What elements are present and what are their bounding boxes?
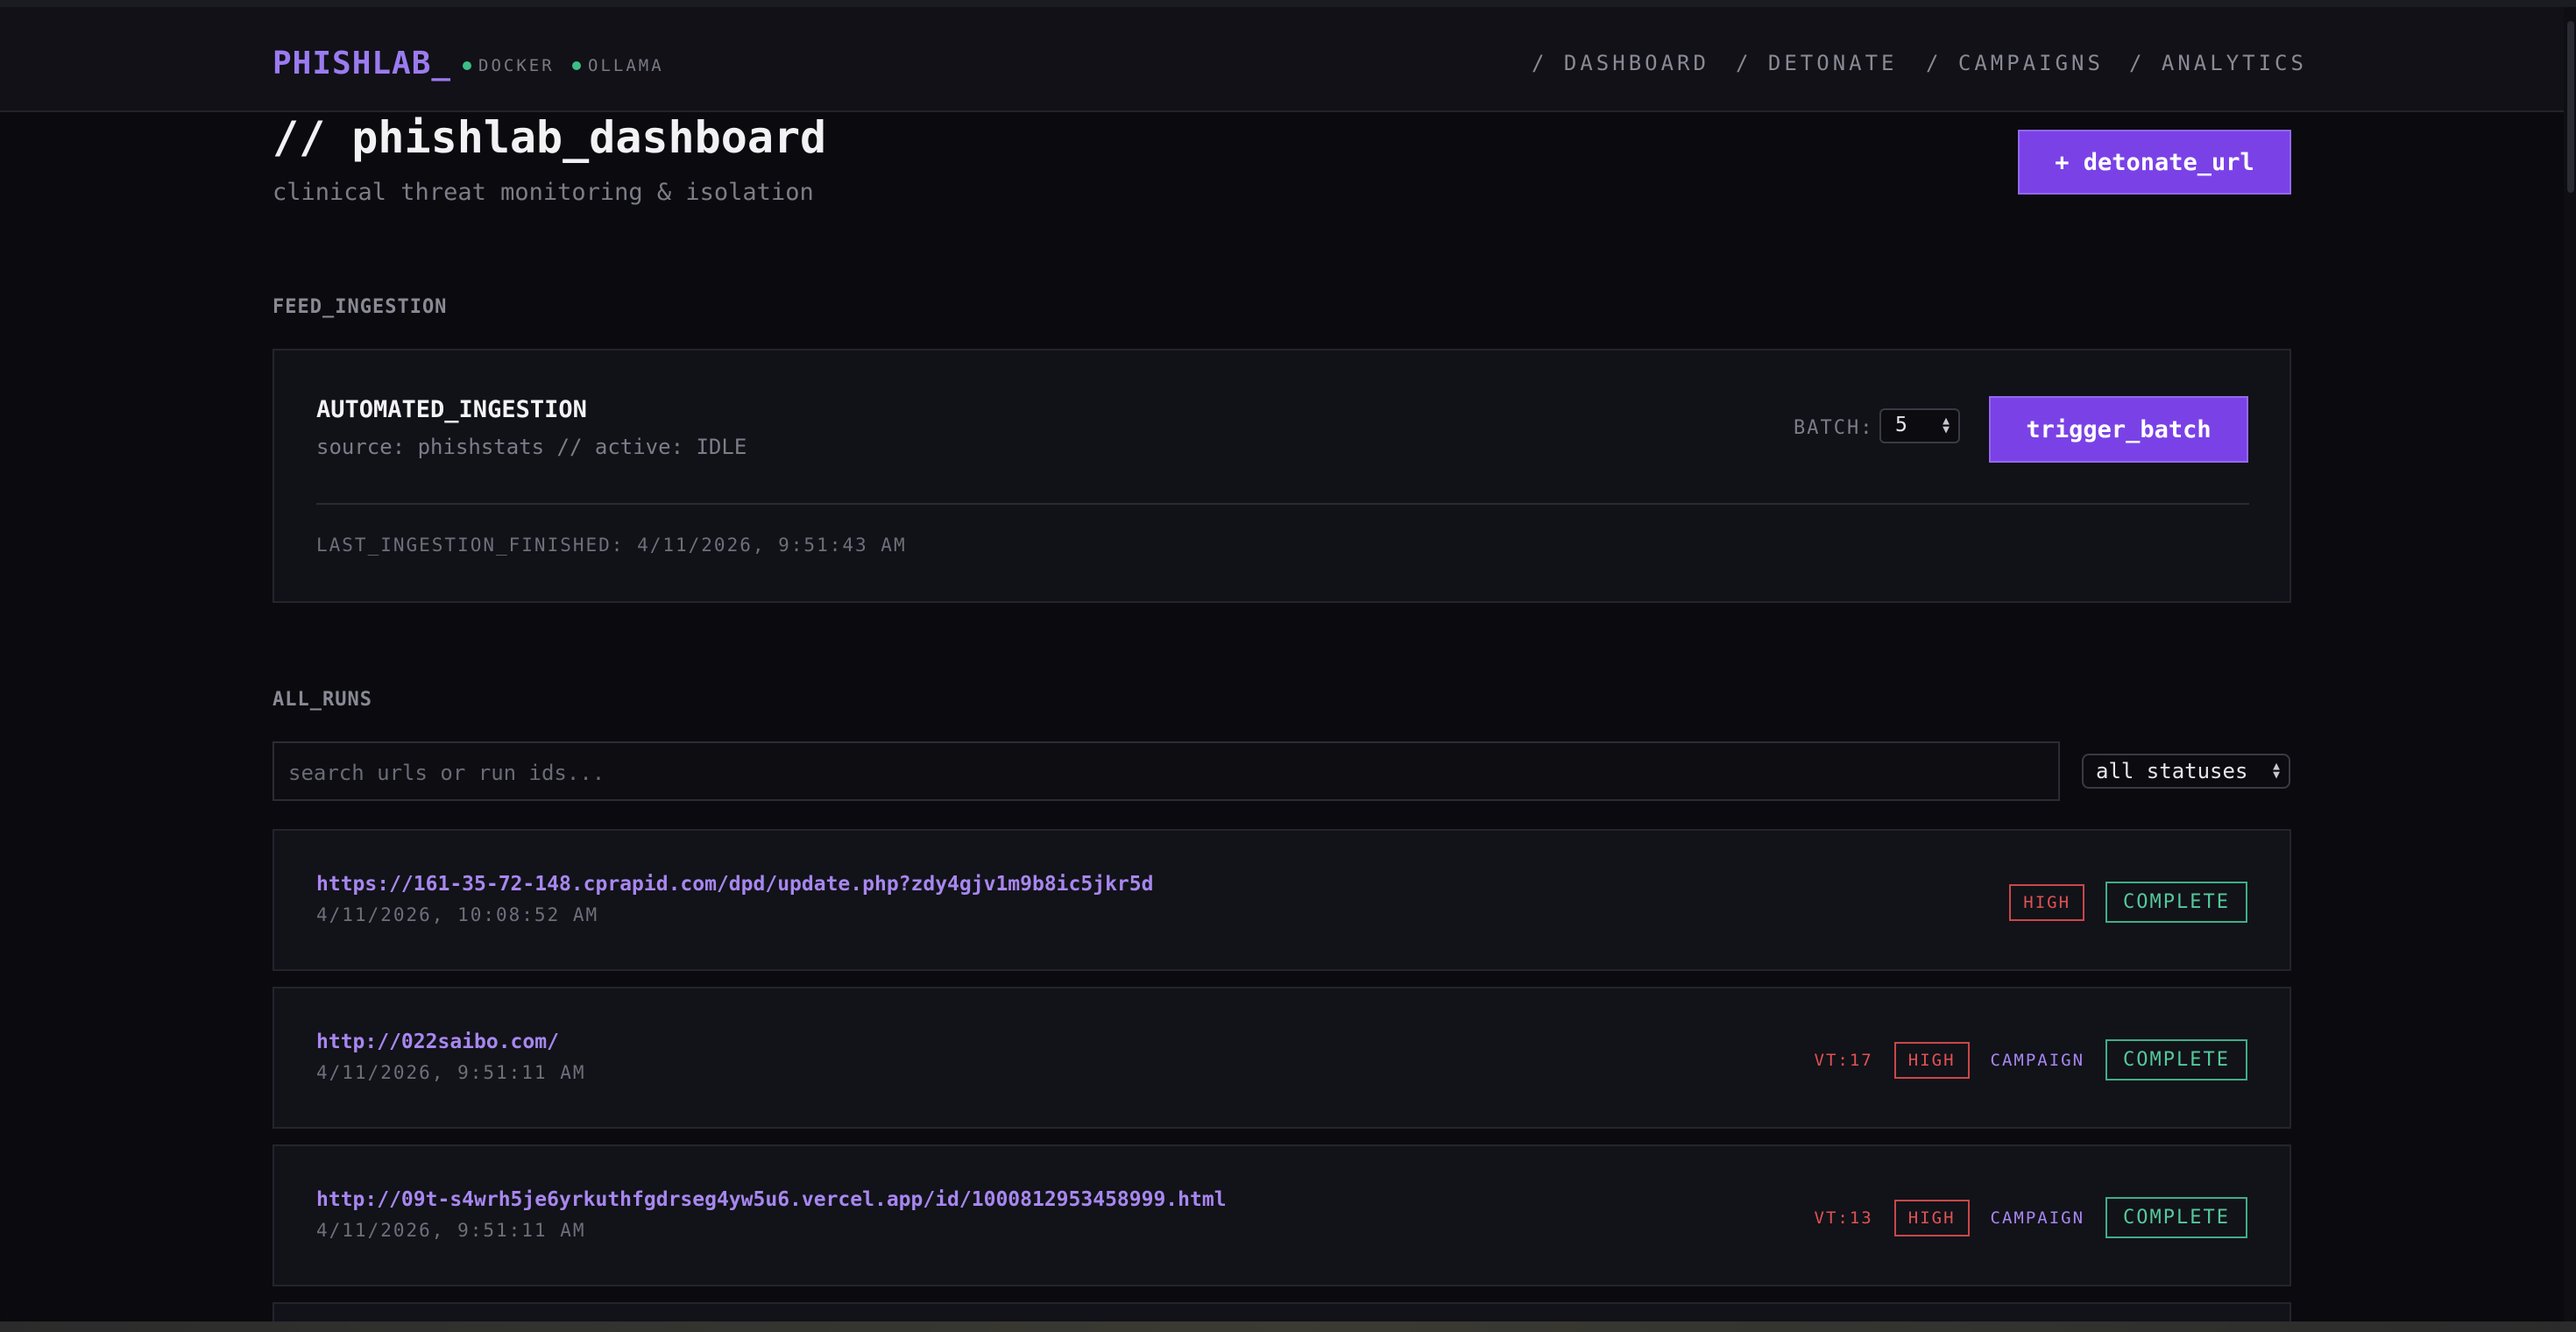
ingestion-card: AUTOMATED_INGESTION source: phishstats /… [272, 349, 2291, 603]
batch-size-select[interactable]: 5 ▲ ▼ [1879, 408, 1960, 443]
nav-detonate[interactable]: / DETONATE [1736, 51, 1898, 75]
page-scrollbar[interactable] [2564, 7, 2576, 1321]
detonate-url-button[interactable]: + detonate_url [2018, 130, 2291, 195]
run-url-link[interactable]: http://09t-s4wrh5je6yrkuthfgdrseg4yw5u6.… [316, 1188, 1227, 1211]
nav-analytics[interactable]: / ANALYTICS [2129, 51, 2307, 75]
run-timestamp: 4/11/2026, 9:51:11 AM [316, 1062, 586, 1083]
docker-status-dot-icon [463, 61, 471, 70]
run-url-link[interactable]: https://161-35-72-148.cprapid.com/dpd/up… [316, 873, 1153, 896]
select-chevron-icon: ▲ ▼ [2273, 760, 2280, 782]
risk-badge: HIGH [1893, 1199, 1970, 1236]
trigger-batch-button[interactable]: trigger_batch [1989, 396, 2248, 463]
run-tags: HIGH COMPLETE [2009, 882, 2247, 923]
campaign-badge[interactable]: CAMPAIGN [1991, 1051, 2085, 1070]
status-badge: COMPLETE [2105, 1039, 2247, 1080]
status-filter-select[interactable]: all statuses ▲ ▼ [2082, 754, 2290, 789]
ollama-status-label: OLLAMA [588, 56, 664, 75]
nav-campaigns[interactable]: / CAMPAIGNS [1926, 51, 2104, 75]
run-row[interactable]: http://022saibo.com/ 4/11/2026, 9:51:11 … [272, 987, 2291, 1129]
run-url-link[interactable]: http://022saibo.com/ [316, 1031, 559, 1053]
stepper-chevron-icon: ▲ ▼ [1943, 414, 1950, 436]
ollama-status-dot-icon [572, 61, 581, 70]
brand-logo[interactable]: PHISHLAB_ [272, 46, 451, 81]
card-divider [316, 503, 2249, 505]
nav-dashboard[interactable]: / DASHBOARD [1532, 51, 1709, 75]
page-title: // phishlab_dashboard [272, 112, 827, 163]
run-row[interactable]: https://161-35-72-148.cprapid.com/dpd/up… [272, 829, 2291, 971]
run-tags: VT:13 HIGH CAMPAIGN COMPLETE [1815, 1197, 2247, 1238]
docker-status-label: DOCKER [478, 56, 555, 75]
run-timestamp: 4/11/2026, 10:08:52 AM [316, 904, 599, 925]
ingestion-source: source: phishstats // active: IDLE [316, 435, 747, 459]
ollama-status: OLLAMA [572, 56, 664, 75]
ingestion-title: AUTOMATED_INGESTION [316, 396, 587, 423]
vt-score: VT:13 [1814, 1208, 1873, 1228]
risk-badge: HIGH [2009, 883, 2085, 921]
top-header: PHISHLAB_ DOCKER OLLAMA / DASHBOARD / DE… [0, 7, 2576, 112]
scrollbar-thumb[interactable] [2567, 21, 2574, 193]
page-subtitle: clinical threat monitoring & isolation [272, 179, 814, 206]
status-badge: COMPLETE [2105, 1197, 2247, 1238]
search-input[interactable]: search urls or run ids... [272, 741, 2060, 801]
feed-section-label: FEED_INGESTION [272, 296, 448, 318]
run-row[interactable]: http://09t-s4wrh5je6yrkuthfgdrseg4yw5u6.… [272, 1144, 2291, 1286]
batch-label: BATCH: [1794, 417, 1874, 439]
run-tags: VT:17 HIGH CAMPAIGN COMPLETE [1815, 1039, 2247, 1080]
vt-score: VT:17 [1814, 1050, 1873, 1070]
risk-badge: HIGH [1893, 1041, 1970, 1079]
batch-size-value: 5 [1895, 414, 1907, 436]
campaign-badge[interactable]: CAMPAIGN [1991, 1208, 2085, 1228]
runs-section-label: ALL_RUNS [272, 689, 372, 711]
app-window: PHISHLAB_ DOCKER OLLAMA / DASHBOARD / DE… [0, 0, 2576, 1332]
run-timestamp: 4/11/2026, 9:51:11 AM [316, 1220, 586, 1241]
docker-status: DOCKER [463, 56, 555, 75]
last-ingestion-timestamp: LAST_INGESTION_FINISHED: 4/11/2026, 9:51… [316, 535, 907, 556]
status-badge: COMPLETE [2105, 882, 2247, 923]
status-filter-value: all statuses [2096, 759, 2248, 783]
